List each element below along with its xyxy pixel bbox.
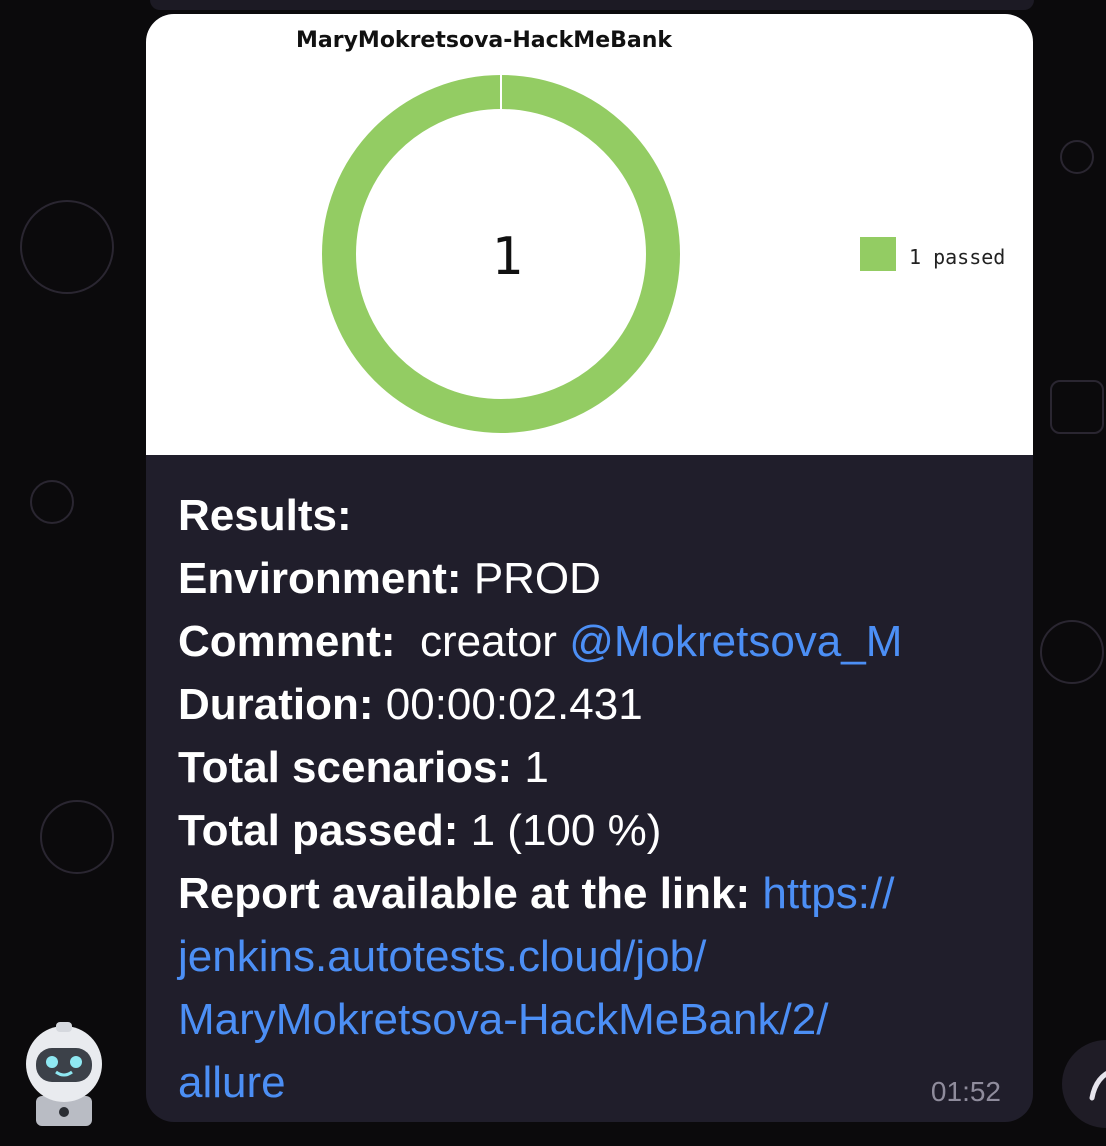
report-link[interactable]: allure (178, 1058, 286, 1107)
chart-title: MaryMokretsova-HackMeBank (296, 28, 673, 53)
report-label: Report available at the link: (178, 869, 751, 918)
scroll-down-button[interactable] (1062, 1040, 1106, 1128)
total-scenarios-label: Total scenarios: (178, 743, 513, 792)
pie-chart: MaryMokretsova-HackMeBank 1 1 passed (296, 28, 1005, 433)
comment-text: creator (420, 617, 557, 666)
chart-center-value: 1 (491, 227, 522, 287)
comment-label: Comment: (178, 617, 396, 666)
chart-image[interactable]: MaryMokretsova-HackMeBank 1 1 passed (146, 14, 1033, 455)
total-passed-value: 1 (100 %) (470, 806, 662, 855)
report-link[interactable]: MaryMokretsova-HackMeBank/2/ (178, 995, 828, 1044)
results-label: Results: (178, 491, 352, 540)
robot-avatar-icon[interactable] (22, 1022, 106, 1128)
background-doodle (30, 480, 74, 524)
report-link[interactable]: jenkins.autotests.cloud/job/ (178, 932, 706, 981)
scroll-down-icon (1089, 1071, 1106, 1101)
environment-value: PROD (473, 554, 601, 603)
environment-label: Environment: (178, 554, 462, 603)
duration-value: 00:00:02.431 (385, 680, 643, 729)
message-timestamp: 01:52 (930, 1076, 1001, 1107)
message-bubble[interactable]: MaryMokretsova-HackMeBank 1 1 passed Res… (146, 14, 1033, 1122)
message-text: Results: Environment: PROD Comment: crea… (178, 484, 1008, 1114)
background-doodle (20, 200, 114, 294)
previous-message-edge (150, 0, 1034, 10)
duration-label: Duration: (178, 680, 374, 729)
report-link[interactable]: https:// (762, 869, 894, 918)
background-doodle (40, 800, 114, 874)
background-doodle (1060, 140, 1094, 174)
background-doodle (1050, 380, 1104, 434)
legend-swatch-passed (860, 237, 896, 271)
mention-link[interactable]: @Mokretsova_M (569, 617, 902, 666)
background-doodle (1040, 620, 1104, 684)
total-scenarios-value: 1 (524, 743, 549, 792)
total-passed-label: Total passed: (178, 806, 459, 855)
legend-label-passed: 1 passed (909, 245, 1005, 269)
